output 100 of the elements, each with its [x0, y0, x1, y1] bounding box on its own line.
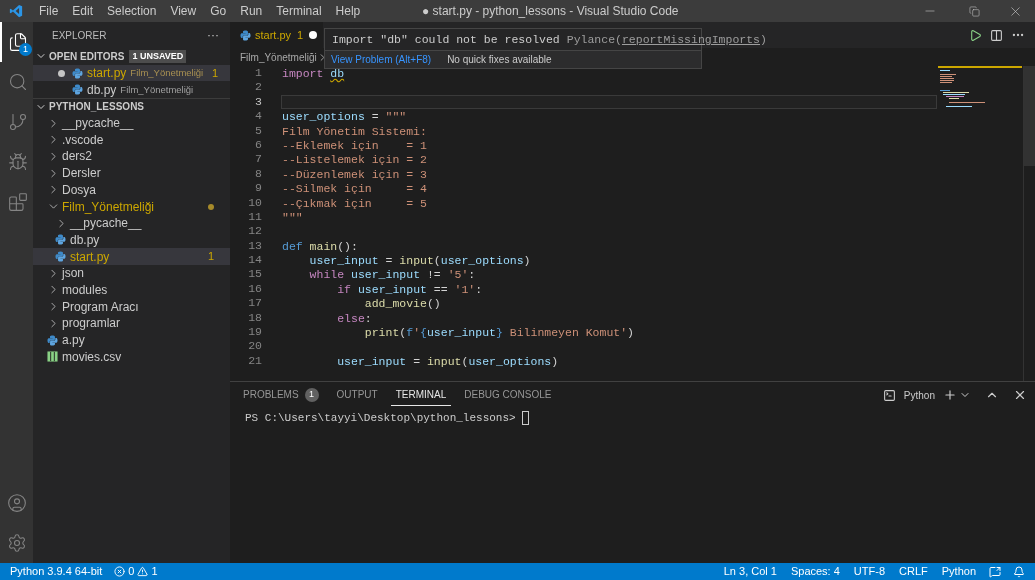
file-name: a.py — [62, 332, 85, 350]
tree-item[interactable]: movies.csv — [33, 348, 230, 366]
menu-item[interactable]: Edit — [65, 2, 101, 20]
folder-description: Film_Yönetmeliği — [130, 65, 204, 80]
line-number: 3 — [254, 94, 262, 110]
section-header[interactable]: PYTHON_LESSONS — [33, 98, 230, 115]
tree-item[interactable]: ders2 — [33, 148, 230, 165]
line-number: 2 — [254, 80, 262, 95]
restore-icon[interactable] — [969, 5, 980, 17]
code-line: else: — [336, 311, 372, 325]
error-count: 0 — [128, 564, 135, 580]
code-line: import db — [282, 67, 345, 80]
file-name: Program Aracı — [62, 298, 139, 316]
terminal-cursor[interactable] — [521, 411, 529, 426]
python-file-icon — [47, 334, 58, 346]
panel-tab[interactable]: TERMINAL — [390, 384, 452, 406]
tab-label: start.py — [255, 27, 292, 43]
warning-count: 1 — [151, 564, 158, 580]
line-number: 14 — [247, 253, 262, 268]
status-message: No quick fixes available — [447, 53, 552, 68]
error-code-link[interactable]: reportMissingImports — [621, 33, 760, 46]
settings-icon[interactable] — [6, 533, 27, 553]
feedback-icon[interactable] — [989, 565, 1001, 578]
section-title: PYTHON_LESSONS — [49, 100, 145, 115]
code-line: Film Yönetim Sistemi: — [282, 124, 427, 138]
status-item[interactable]: UTF-8 — [852, 563, 886, 580]
python-file-icon — [72, 84, 83, 96]
line-number: 12 — [247, 224, 262, 239]
tree-item[interactable]: a.py — [33, 331, 230, 349]
interpreter-selector[interactable]: Python 3.9.4 64-bit — [10, 563, 103, 580]
terminal-icon — [882, 388, 896, 402]
more-actions[interactable]: ··· — [207, 26, 219, 44]
problems-indicator[interactable]: 0 1 — [114, 563, 158, 580]
line-number: 6 — [254, 137, 262, 153]
line-number: 18 — [247, 310, 262, 326]
line-number: 4 — [254, 109, 262, 124]
file-name: modules — [62, 281, 108, 299]
account-icon[interactable] — [6, 493, 27, 513]
status-item[interactable]: Ln 3, Col 1 — [722, 563, 778, 580]
menu-item[interactable]: Terminal — [269, 2, 329, 20]
section-header[interactable]: OPEN EDITORS 1 UNSAVED — [33, 48, 230, 65]
tree-item[interactable]: Program Aracı — [33, 298, 230, 315]
files-icon — [7, 32, 28, 52]
tree-item[interactable]: .vscode — [33, 131, 230, 149]
python-file-icon — [240, 29, 251, 41]
open-editor-item[interactable]: db.py Film_Yönetmeliği — [33, 81, 230, 99]
line-number: 11 — [247, 209, 262, 225]
line-number: 16 — [247, 281, 262, 297]
close-panel-icon[interactable] — [1013, 388, 1027, 402]
warning-icon — [137, 566, 149, 577]
panel-tab[interactable]: OUTPUT — [331, 384, 383, 406]
code-line: print(f'{user_input} Bilinmeyen Komut') — [363, 326, 634, 340]
tree-item[interactable]: __pycache__ — [33, 114, 230, 132]
file-name: start.py — [87, 65, 127, 83]
line-number: 5 — [254, 123, 262, 138]
tree-item[interactable]: json — [33, 264, 230, 282]
menu-item[interactable]: Go — [203, 2, 234, 20]
editor-tab[interactable]: start.py 1 — [230, 22, 324, 48]
tree-item[interactable]: Dosya — [33, 181, 230, 199]
breadcrumb-item[interactable]: Film_Yönetmeliği — [240, 49, 317, 65]
menu-item[interactable]: View — [163, 2, 204, 20]
file-name: .vscode — [62, 131, 104, 149]
terminal-profile[interactable]: Python — [903, 387, 935, 403]
file-name: programlar — [62, 315, 121, 333]
terminal-prompt: PS C:\Users\tayyi\Desktop\python_lessons> — [245, 411, 516, 426]
panel-tab[interactable]: DEBUG CONSOLE — [459, 384, 557, 406]
line-number: 15 — [247, 267, 262, 282]
tree-item[interactable]: db.py — [33, 231, 230, 249]
split-editor-icon[interactable] — [990, 28, 1003, 42]
new-terminal-icon[interactable] — [943, 388, 957, 402]
status-item[interactable]: Spaces: 4 — [789, 563, 841, 580]
folder-description: Film_Yönetmeliği — [120, 82, 194, 97]
menu-item[interactable]: Help — [328, 2, 368, 20]
file-name: __pycache__ — [70, 215, 142, 233]
menu-item[interactable]: File — [32, 2, 66, 20]
tree-item[interactable]: __pycache__ — [33, 214, 230, 232]
menu-item[interactable]: Selection — [100, 2, 164, 20]
line-number: 10 — [247, 195, 262, 210]
panel-tab[interactable]: PROBLEMS 1 — [238, 384, 324, 406]
tree-item[interactable]: Dersler — [33, 164, 230, 182]
status-item[interactable]: CRLF — [898, 563, 929, 580]
run-icon[interactable] — [969, 28, 982, 42]
view-problem-link[interactable]: View Problem (Alt+F8) — [331, 52, 432, 68]
table-file-icon — [47, 351, 58, 363]
tree-item[interactable]: programlar — [33, 315, 230, 332]
notification-icon[interactable] — [1013, 565, 1025, 578]
line-number: 17 — [247, 296, 262, 311]
python-file-icon — [72, 67, 83, 79]
code-line: add_movie() — [363, 297, 441, 311]
line-number: 20 — [247, 339, 262, 354]
tree-item[interactable]: start.py 1 — [33, 248, 230, 265]
status-item[interactable]: Python — [940, 563, 977, 580]
unsaved-badge: 1 UNSAVED — [129, 49, 187, 63]
open-editor-item[interactable]: start.py Film_Yönetmeliği 1 — [33, 64, 230, 82]
code-line: --Silmek için = 4 — [282, 182, 427, 196]
menu-item[interactable]: Run — [233, 2, 270, 20]
line-number: 9 — [254, 181, 262, 196]
tree-item[interactable]: Film_Yönetmeliği — [33, 198, 230, 215]
problem-count: 1 — [207, 249, 214, 265]
tree-item[interactable]: modules — [33, 281, 230, 299]
